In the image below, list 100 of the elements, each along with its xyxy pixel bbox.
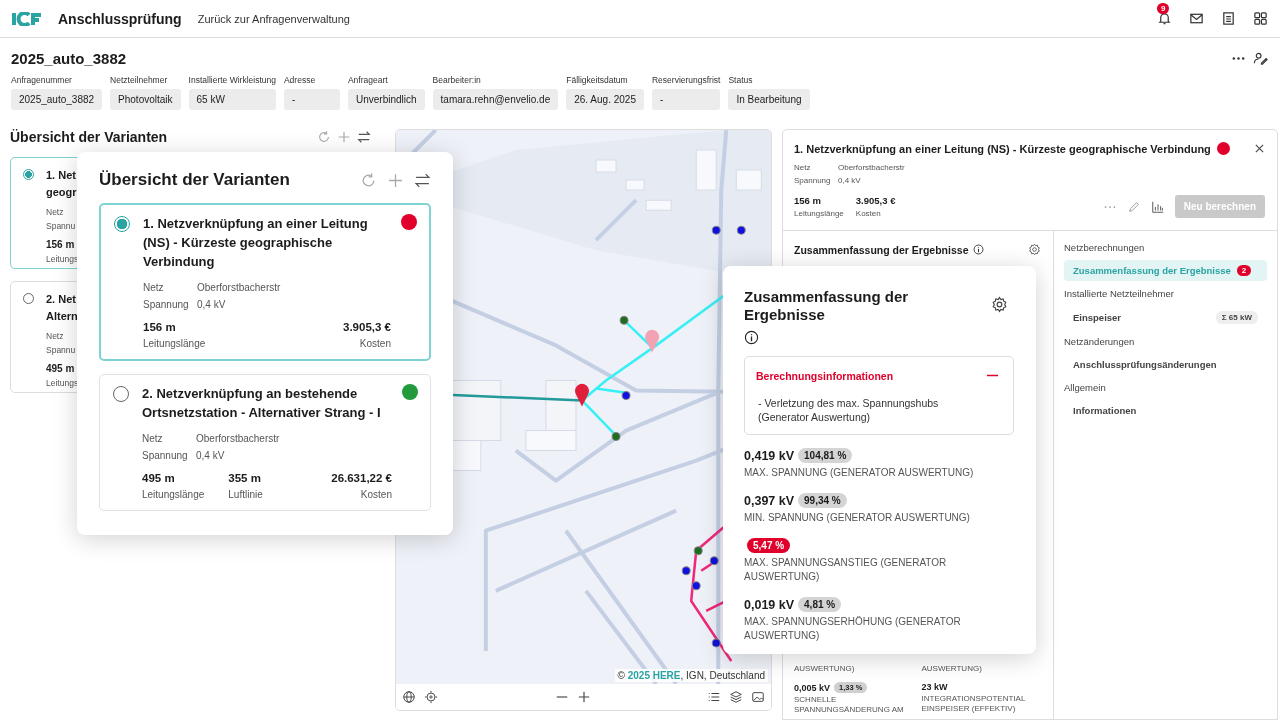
bell-icon[interactable] bbox=[1157, 11, 1172, 26]
settings-icon[interactable] bbox=[991, 296, 1008, 313]
nav-heading: Installierte Netzteilnehmer bbox=[1064, 287, 1175, 301]
metric-value: 495 m bbox=[46, 363, 76, 374]
nav-item[interactable]: Einspeiser Σ 65 kW bbox=[1064, 306, 1267, 329]
metric-value: 156 m bbox=[46, 239, 76, 250]
swap-icon[interactable] bbox=[414, 171, 431, 189]
field-value: 65 kW bbox=[188, 89, 276, 110]
info-icon[interactable] bbox=[973, 244, 985, 255]
panel-title: Übersicht der Varianten bbox=[99, 170, 290, 190]
radio-button[interactable] bbox=[114, 216, 130, 232]
document-icon[interactable] bbox=[1221, 11, 1236, 26]
globe-icon[interactable] bbox=[402, 690, 416, 704]
field-label: Fälligkeitsdatum bbox=[566, 75, 629, 85]
field-value: - bbox=[651, 89, 721, 110]
layers-icon[interactable] bbox=[729, 690, 743, 704]
field-label: Bearbeiter:in bbox=[432, 75, 482, 85]
percent-badge: 99,34 % bbox=[798, 493, 847, 508]
nav-item[interactable]: Anschlussprüfungsänderungen bbox=[1064, 354, 1267, 375]
metric-label: Leitungs bbox=[46, 254, 79, 264]
metric-label: Luftlinie bbox=[228, 489, 263, 500]
metric-label: Leitungslänge bbox=[794, 209, 844, 218]
nav-label: Informationen bbox=[1073, 405, 1137, 416]
metric-label: Leitungs bbox=[46, 378, 79, 388]
swap-icon[interactable] bbox=[357, 130, 371, 144]
bar-chart-icon[interactable] bbox=[1150, 199, 1165, 214]
request-title: 2025_auto_3882 bbox=[11, 50, 127, 67]
metric-label: AUSWERTUNG) bbox=[921, 664, 983, 674]
nav-item[interactable]: Informationen bbox=[1064, 400, 1267, 421]
variant-title: Altern bbox=[46, 309, 79, 324]
variant-card[interactable]: 1. Netzverknüpfung an einer Leitung (NS) - Kürzeste geographische Verbindung Netz Oberforstbacherstr Spannung 0,4 kV 156 m Leitungslänge 3.905,3 € Kosten bbox=[99, 203, 431, 361]
metric-label: Kosten bbox=[360, 489, 392, 500]
field-value: 2025_auto_3882 bbox=[11, 89, 103, 110]
nav-label: Einspeiser bbox=[1073, 312, 1122, 323]
field-label: Reservierungsfrist bbox=[651, 75, 721, 85]
field-value: 26. Aug. 2025 bbox=[566, 89, 644, 110]
variant-card[interactable]: 2. Netzverknüpfung an bestehende Ortsnetzstation - Alternativer Strang - I Netz Oberforstbacherstr Spannung 0,4 kV 495 m Leitungslänge 355 m Luftlinie 26.631,22 € Kosten bbox=[99, 374, 431, 511]
locate-icon[interactable] bbox=[424, 690, 438, 704]
field-label: Installierte Wirkleistung bbox=[188, 75, 276, 85]
nav-label: Zusammenfassung der Ergebnisse bbox=[1073, 265, 1231, 276]
property-value: Oberforstbacherstr bbox=[197, 282, 281, 293]
metric-value: 156 m bbox=[143, 321, 177, 333]
property-label: Netz bbox=[46, 331, 65, 341]
property-value: 0,4 kV bbox=[838, 176, 862, 185]
property-label: Netz bbox=[142, 433, 164, 444]
variant-title: geogr bbox=[46, 185, 78, 200]
zoom-in-icon[interactable] bbox=[576, 690, 591, 704]
metric-label: MAX. SPANNUNG (GENERATOR AUSWERTUNG) bbox=[744, 466, 975, 480]
field-label: Netzteilnehmer bbox=[110, 75, 169, 85]
logo-icon bbox=[12, 11, 42, 26]
property-label: Spannu bbox=[46, 345, 77, 355]
metric-label: MAX. SPANNUNGSANSTIEG (GENERATOR AUSWERTUNG) bbox=[744, 556, 948, 584]
percent-badge: 4,81 % bbox=[798, 597, 842, 612]
property-label: Netz bbox=[794, 163, 812, 172]
metric-label: Kosten bbox=[359, 338, 391, 349]
field-value: In Bearbeitung bbox=[728, 89, 810, 110]
metric-value: 0,397 kV bbox=[744, 493, 795, 508]
property-label: Spannung bbox=[142, 450, 189, 461]
metric-value: 355 m bbox=[228, 472, 262, 484]
field-label: Anfrageart bbox=[347, 75, 389, 85]
panel-title: Übersicht der Varianten bbox=[10, 129, 168, 145]
nav-heading: Netzberechnungen bbox=[1064, 241, 1146, 255]
close-icon[interactable] bbox=[1254, 143, 1265, 154]
property-label: Netz bbox=[46, 207, 65, 217]
variant-title: 2. Net bbox=[46, 292, 77, 307]
list-icon[interactable] bbox=[707, 690, 721, 704]
property-label: Spannu bbox=[46, 221, 77, 231]
metric-label: MIN. SPANNUNG (GENERATOR AUSWERTUNG) bbox=[744, 511, 971, 525]
variant-title: 2. Netzverknüpfung an bestehende Ortsnetzstation - Alternativer Strang - I bbox=[142, 385, 382, 422]
property-value: Oberforstbacherstr bbox=[838, 163, 905, 172]
metric-label: Leitungslänge bbox=[142, 489, 205, 500]
nav-item[interactable]: Zusammenfassung der Ergebnisse 2 bbox=[1064, 260, 1267, 281]
metric-value: 495 m bbox=[142, 472, 176, 484]
notification-badge: 9 bbox=[1157, 3, 1170, 14]
metric-value: 156 m bbox=[794, 195, 822, 206]
property-label: Netz bbox=[143, 282, 165, 293]
variant-title: 1. Netzverknüpfung an einer Leitung (NS) - Kürzeste geographische Verbindung bbox=[143, 215, 369, 271]
apps-grid-icon[interactable] bbox=[1253, 11, 1268, 26]
power-tag: Σ 65 kW bbox=[1215, 311, 1258, 324]
metric-label: INTEGRATIONSPOTENTIAL EINSPEISER (EFFEKTIV) bbox=[921, 694, 1027, 714]
radio-button[interactable] bbox=[23, 169, 34, 180]
metric-value: 0,005 kV bbox=[794, 682, 831, 693]
field-value: Photovoltaik bbox=[110, 89, 181, 110]
metric-label: MAX. SPANNUNGSERHÖHUNG (GENERATOR AUSWERTUNG) bbox=[744, 615, 962, 643]
settings-icon[interactable] bbox=[1028, 243, 1041, 256]
nav-heading: Allgemein bbox=[1064, 381, 1107, 395]
user-edit-icon[interactable] bbox=[1253, 51, 1268, 66]
image-icon[interactable] bbox=[751, 690, 765, 704]
metric-value: 26.631,22 € bbox=[331, 472, 392, 484]
variant-title: 1. Netzverknüpfung an einer Leitung (NS) - Kürzeste geographische Verbindung bbox=[794, 142, 1211, 155]
nav-heading: Netzänderungen bbox=[1064, 335, 1136, 349]
nav-label: Anschlussprüfungsänderungen bbox=[1073, 359, 1217, 370]
metric-value: 0,419 kV bbox=[744, 448, 795, 463]
app-title: Anschlussprüfung bbox=[58, 10, 182, 27]
back-link[interactable]: Zurück zur Anfragenverwaltung bbox=[197, 12, 350, 25]
info-icon[interactable] bbox=[744, 330, 759, 345]
property-value: 0,4 kV bbox=[196, 450, 226, 461]
map-attribution: © 2025 HERE, IGN, Deutschland bbox=[614, 669, 768, 682]
mail-icon[interactable] bbox=[1189, 11, 1204, 26]
field-value: - bbox=[283, 89, 340, 110]
